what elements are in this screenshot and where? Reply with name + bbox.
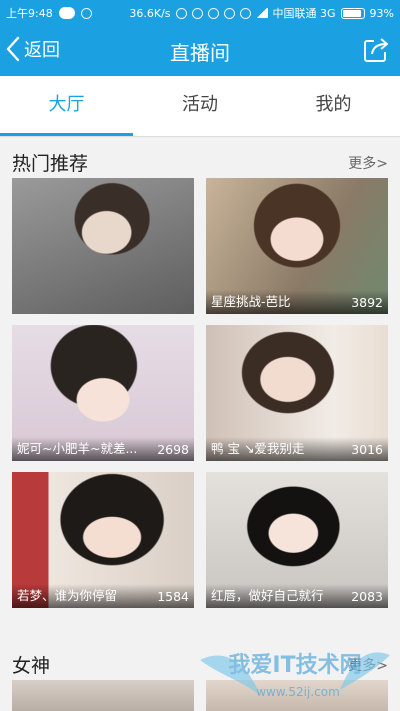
- signal-icon: [255, 8, 268, 18]
- mute-icon: [207, 7, 219, 19]
- room-thumbnail: [12, 680, 194, 711]
- viewer-count: 1584: [157, 589, 189, 604]
- watermark-text: 我爱IT技术网: [228, 653, 361, 678]
- battery-icon: [340, 7, 365, 19]
- room-name: 若梦、谁为你停留: [17, 588, 118, 603]
- tab-activity[interactable]: 活动: [133, 76, 267, 136]
- more-link-hot[interactable]: 更多>: [348, 153, 388, 173]
- room-card[interactable]: 星座挑战-芭比 3892: [206, 178, 388, 314]
- status-bar: 上午9:48 36.6K/s 中国联通 3G 93%: [0, 0, 400, 24]
- room-card[interactable]: 妮可~小肥羊~就差... 2698: [12, 325, 194, 461]
- room-name: 妮可~小肥羊~就差...: [17, 441, 138, 456]
- share-button[interactable]: [362, 36, 390, 64]
- wechat-icon: [58, 7, 75, 19]
- room-card[interactable]: [12, 680, 194, 711]
- viewer-count: 3892: [351, 295, 383, 310]
- watermark-url: www.52ij.com: [256, 685, 340, 699]
- page-title: 直播间: [170, 41, 230, 65]
- section-title-hot: 热门推荐: [12, 153, 89, 175]
- nav-bar: 返回 直播间: [0, 24, 400, 76]
- bluetooth-icon: [191, 7, 203, 19]
- room-name: 鸭 宝 ↘爱我别走: [211, 441, 305, 456]
- wings-icon: 我爱IT技术网 www.52ij.com: [200, 652, 390, 699]
- tab-bar: 大厅 活动 我的: [0, 76, 400, 137]
- headphones-icon: [175, 7, 187, 19]
- tab-indicator: [0, 133, 133, 136]
- wifi-icon: [239, 7, 251, 19]
- room-name: 红唇，做好自己就行: [211, 588, 324, 603]
- viewer-count: 3016: [351, 442, 383, 457]
- battery-percent: 93%: [369, 6, 394, 20]
- room-card[interactable]: 鸭 宝 ↘爱我别走 3016: [206, 325, 388, 461]
- section-title-goddess: 女神: [12, 655, 51, 677]
- network-speed: 36.6K/s: [129, 6, 171, 20]
- viewer-count: 2698: [157, 442, 189, 457]
- room-card[interactable]: 红唇，做好自己就行 2083: [206, 472, 388, 608]
- room-card[interactable]: 若梦、谁为你停留 1584: [12, 472, 194, 608]
- room-card[interactable]: [12, 178, 194, 314]
- tab-mine[interactable]: 我的: [267, 76, 400, 136]
- notification-icon: [80, 7, 92, 19]
- tab-lobby[interactable]: 大厅: [0, 76, 133, 136]
- status-time: 上午9:48: [6, 7, 53, 20]
- share-icon: [364, 38, 388, 62]
- alarm-icon: [223, 7, 235, 19]
- hot-section-header: 热门推荐 更多>: [0, 140, 400, 180]
- carrier-label: 中国联通 3G: [272, 7, 336, 20]
- room-thumbnail: [12, 178, 194, 314]
- watermark-logo: 我爱IT技术网 www.52ij.com: [190, 640, 400, 711]
- viewer-count: 2083: [351, 589, 383, 604]
- room-name: 星座挑战-芭比: [211, 294, 291, 309]
